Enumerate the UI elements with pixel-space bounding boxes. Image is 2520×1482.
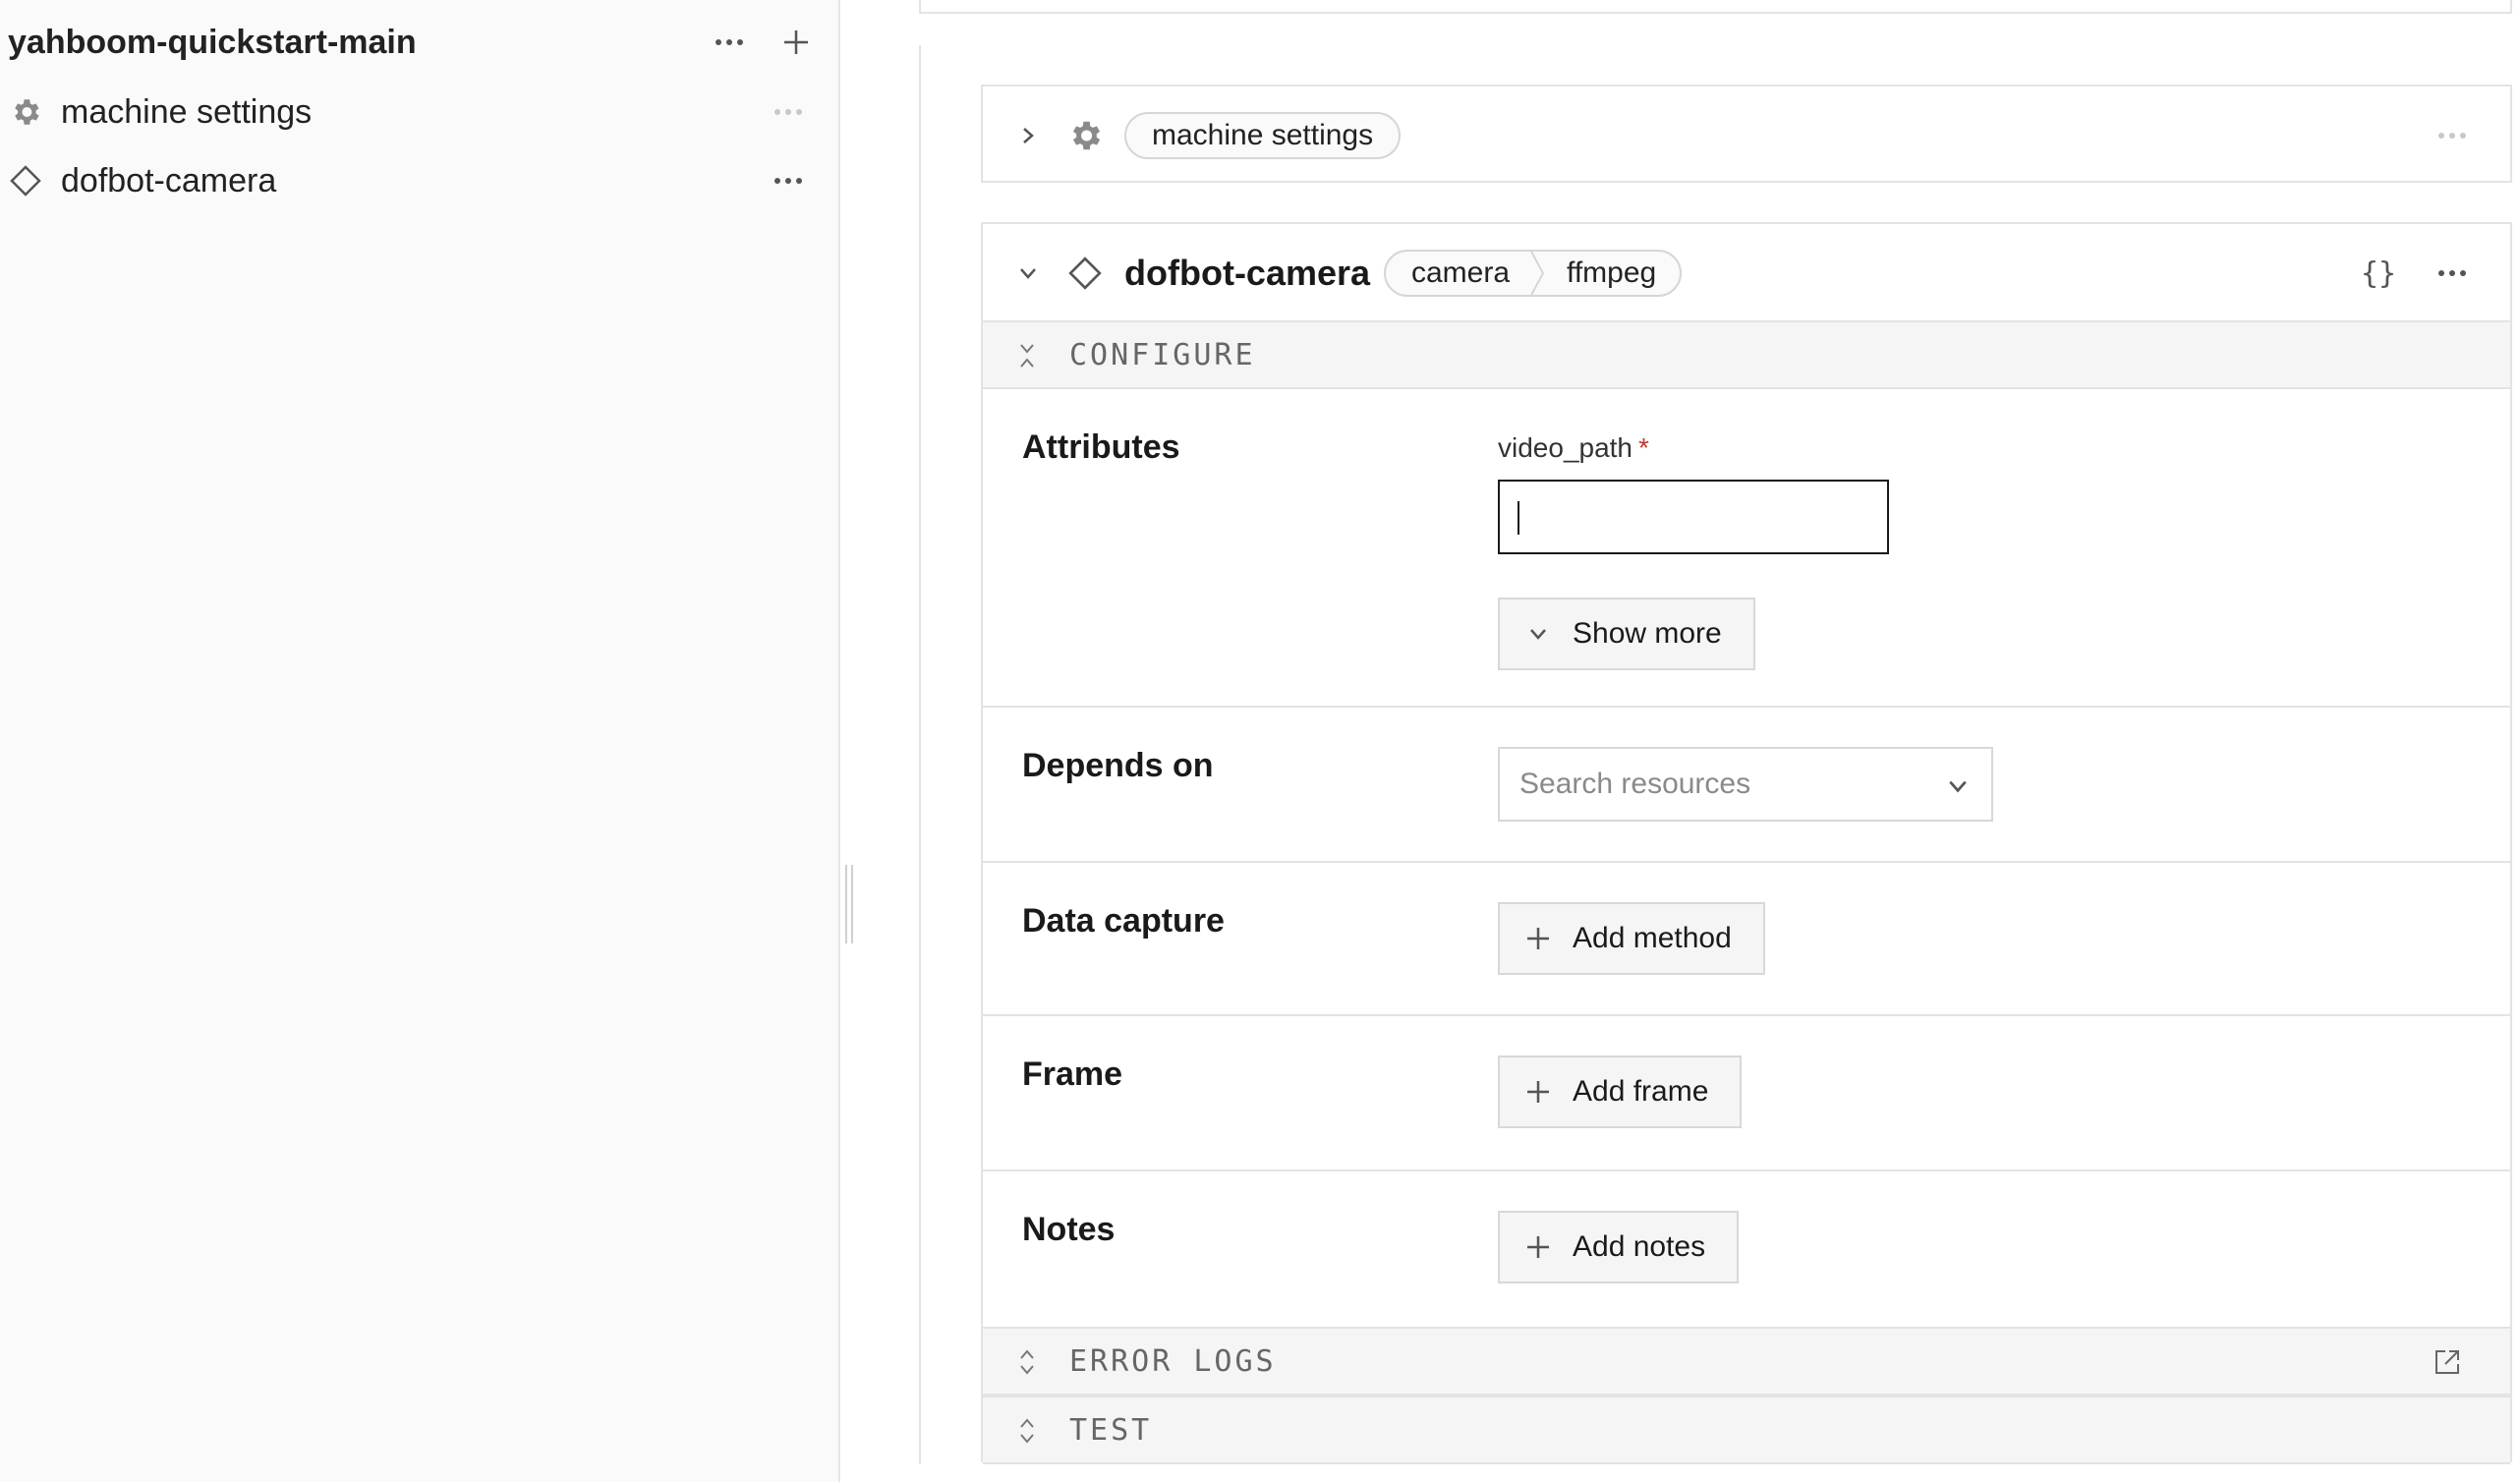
text-cursor bbox=[1518, 501, 1519, 535]
row-label: Frame bbox=[1022, 1055, 1123, 1093]
section-title: CONFIGURE bbox=[1069, 337, 1256, 372]
more-options-icon[interactable] bbox=[2428, 112, 2477, 159]
more-options-icon[interactable] bbox=[767, 156, 810, 205]
sidebar-item-machine-settings[interactable]: machine settings bbox=[0, 83, 816, 142]
button-label: Add method bbox=[1573, 922, 1732, 954]
error-logs-section-header[interactable]: ERROR LOGS bbox=[983, 1327, 2510, 1396]
collapse-icon bbox=[1012, 341, 1042, 370]
notes-row: Notes Add notes bbox=[983, 1171, 2510, 1327]
add-notes-button[interactable]: Add notes bbox=[1498, 1211, 1740, 1283]
chevron-down-icon bbox=[1525, 621, 1551, 647]
more-options-icon[interactable] bbox=[767, 87, 810, 137]
previous-card-edge bbox=[919, 0, 2512, 14]
more-options-icon[interactable] bbox=[708, 18, 751, 67]
chevron-down-icon[interactable] bbox=[1010, 256, 1046, 291]
add-method-button[interactable]: Add method bbox=[1498, 902, 1765, 975]
gear-icon bbox=[1065, 116, 1105, 155]
show-more-button[interactable]: Show more bbox=[1498, 598, 1755, 670]
select-placeholder: Search resources bbox=[1519, 768, 1751, 800]
resize-handle[interactable] bbox=[845, 865, 853, 943]
field-name: video_path bbox=[1498, 432, 1633, 463]
diamond-icon bbox=[1065, 254, 1105, 293]
machine-name: yahboom-quickstart-main bbox=[8, 23, 417, 61]
resource-label: machine settings bbox=[1124, 112, 1402, 159]
model-label: ffmpeg bbox=[1567, 256, 1657, 289]
expand-icon bbox=[1012, 1347, 1042, 1377]
frame-row: Frame Add frame bbox=[983, 1016, 2510, 1171]
api-label: camera bbox=[1411, 256, 1511, 289]
model-badge: camera ffmpeg bbox=[1384, 250, 1683, 297]
row-label: Data capture bbox=[1022, 902, 1225, 940]
add-frame-button[interactable]: Add frame bbox=[1498, 1055, 1743, 1128]
more-options-icon[interactable] bbox=[2428, 250, 2477, 297]
row-label: Depends on bbox=[1022, 747, 1214, 784]
plus-icon bbox=[1525, 1079, 1551, 1105]
depends-on-row: Depends on Search resources bbox=[983, 708, 2510, 863]
button-label: Show more bbox=[1573, 617, 1722, 650]
video-path-input[interactable] bbox=[1498, 480, 1889, 554]
button-label: Add frame bbox=[1573, 1075, 1709, 1108]
configure-section-header[interactable]: CONFIGURE bbox=[983, 320, 2510, 389]
data-capture-row: Data capture Add method bbox=[983, 863, 2510, 1016]
gear-icon bbox=[8, 94, 43, 130]
tree-line bbox=[919, 45, 921, 1464]
attributes-row: Attributes video_path * Show more bbox=[983, 389, 2510, 708]
chevron-separator-icon bbox=[1529, 252, 1545, 295]
add-resource-icon[interactable] bbox=[774, 18, 818, 67]
sidebar: yahboom-quickstart-main machine settings… bbox=[0, 0, 840, 1482]
button-label: Add notes bbox=[1573, 1230, 1706, 1263]
diamond-icon bbox=[8, 163, 43, 199]
chevron-down-icon bbox=[1944, 772, 1972, 800]
search-resources-select[interactable]: Search resources bbox=[1498, 747, 1993, 822]
dofbot-camera-card: dofbot-camera camera ffmpeg {} CONFIGURE… bbox=[981, 222, 2512, 1464]
machine-settings-card: machine settings bbox=[981, 85, 2512, 183]
section-title: ERROR LOGS bbox=[1069, 1343, 1277, 1379]
external-link-icon[interactable] bbox=[2428, 1342, 2467, 1382]
plus-icon bbox=[1525, 926, 1551, 951]
section-title: TEST bbox=[1069, 1412, 1153, 1448]
chevron-right-icon[interactable] bbox=[1010, 118, 1046, 153]
row-label: Notes bbox=[1022, 1211, 1116, 1248]
sidebar-item-label: machine settings bbox=[61, 92, 313, 131]
row-label: Attributes bbox=[1022, 428, 1180, 466]
sidebar-header: yahboom-quickstart-main bbox=[8, 18, 824, 67]
required-marker: * bbox=[1638, 432, 1649, 463]
expand-icon bbox=[1012, 1416, 1042, 1446]
card-header: dofbot-camera camera ffmpeg {} bbox=[983, 224, 2510, 320]
test-section-header[interactable]: TEST bbox=[983, 1396, 2510, 1464]
sidebar-item-label: dofbot-camera bbox=[61, 161, 277, 200]
resource-name[interactable]: dofbot-camera bbox=[1124, 250, 1370, 297]
field-label: video_path * bbox=[1498, 432, 1649, 464]
json-mode-icon[interactable]: {} bbox=[2354, 250, 2403, 297]
sidebar-item-dofbot-camera[interactable]: dofbot-camera bbox=[0, 151, 816, 210]
plus-icon bbox=[1525, 1234, 1551, 1260]
